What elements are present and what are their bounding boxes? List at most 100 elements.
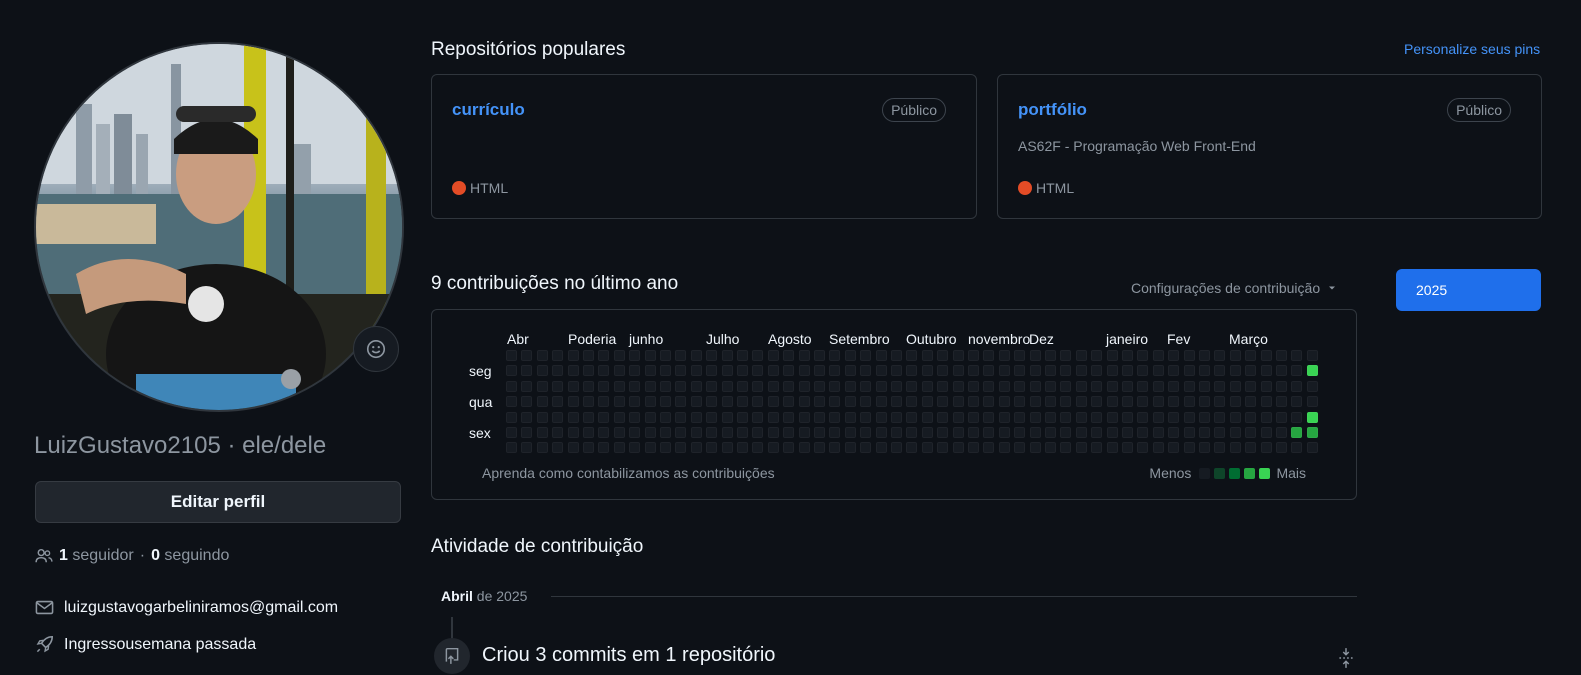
contribution-cell[interactable] xyxy=(906,380,918,392)
contribution-cell[interactable] xyxy=(829,396,841,408)
contribution-cell[interactable] xyxy=(860,442,872,454)
contribution-cell[interactable] xyxy=(998,365,1010,377)
contribution-cell[interactable] xyxy=(1075,380,1087,392)
contribution-cell[interactable] xyxy=(1122,442,1133,454)
contribution-cell[interactable] xyxy=(968,396,979,408)
contribution-cell[interactable] xyxy=(644,396,656,408)
contribution-cell[interactable] xyxy=(1276,396,1287,408)
contribution-cell[interactable] xyxy=(875,396,887,408)
contribution-cell[interactable] xyxy=(860,411,872,423)
contribution-cell[interactable] xyxy=(552,380,564,392)
contribution-cell[interactable] xyxy=(1137,396,1149,408)
following-link[interactable]: 0 seguindo xyxy=(151,547,229,565)
contribution-cell[interactable] xyxy=(937,365,949,377)
contribution-cell[interactable] xyxy=(829,427,841,438)
contribution-cell[interactable] xyxy=(1106,411,1118,423)
contribution-cell[interactable] xyxy=(1291,365,1303,377)
contribution-cell[interactable] xyxy=(1014,396,1026,408)
contribution-cell[interactable] xyxy=(1075,365,1087,377)
contribution-cell[interactable] xyxy=(521,396,533,408)
contribution-cell[interactable] xyxy=(1029,396,1041,408)
contribution-cell[interactable] xyxy=(906,365,918,377)
contribution-cell[interactable] xyxy=(921,350,933,361)
contribution-cell[interactable] xyxy=(1306,427,1318,438)
contribution-cell[interactable] xyxy=(613,350,625,361)
contribution-cell[interactable] xyxy=(598,427,610,438)
fold-toggle[interactable] xyxy=(1337,647,1355,674)
contribution-cell[interactable] xyxy=(1291,442,1303,454)
contribution-cell[interactable] xyxy=(998,396,1010,408)
contribution-cell[interactable] xyxy=(829,350,841,361)
contribution-cell[interactable] xyxy=(737,411,748,423)
contribution-cell[interactable] xyxy=(583,427,594,438)
contribution-cell[interactable] xyxy=(752,411,764,423)
contribution-cell[interactable] xyxy=(660,365,671,377)
contribution-cell[interactable] xyxy=(721,365,733,377)
contribution-cell[interactable] xyxy=(767,396,779,408)
contribution-cell[interactable] xyxy=(983,427,995,438)
repo-name-link[interactable]: currículo xyxy=(452,100,525,120)
contribution-cell[interactable] xyxy=(1276,380,1287,392)
contribution-cell[interactable] xyxy=(1168,350,1180,361)
contribution-cell[interactable] xyxy=(921,396,933,408)
contribution-cell[interactable] xyxy=(798,350,810,361)
contribution-cell[interactable] xyxy=(1137,365,1149,377)
contribution-cell[interactable] xyxy=(952,380,964,392)
contribution-cell[interactable] xyxy=(1045,411,1056,423)
contribution-cell[interactable] xyxy=(1029,380,1041,392)
contribution-cell[interactable] xyxy=(598,442,610,454)
contribution-cell[interactable] xyxy=(706,442,718,454)
contribution-cell[interactable] xyxy=(767,411,779,423)
contribution-cell[interactable] xyxy=(860,350,872,361)
avatar[interactable] xyxy=(36,44,402,410)
contribution-cell[interactable] xyxy=(906,350,918,361)
contribution-cell[interactable] xyxy=(660,350,671,361)
contribution-cell[interactable] xyxy=(598,350,610,361)
contribution-cell[interactable] xyxy=(1260,380,1272,392)
contribution-cell[interactable] xyxy=(598,380,610,392)
contribution-cell[interactable] xyxy=(783,380,795,392)
contribution-cell[interactable] xyxy=(629,442,641,454)
contribution-cell[interactable] xyxy=(921,427,933,438)
contribution-cell[interactable] xyxy=(1060,365,1072,377)
contribution-cell[interactable] xyxy=(1091,411,1103,423)
contribution-cell[interactable] xyxy=(1091,427,1103,438)
contribution-cell[interactable] xyxy=(1045,427,1056,438)
contribution-cell[interactable] xyxy=(690,427,702,438)
contribution-cell[interactable] xyxy=(1199,350,1210,361)
contribution-cell[interactable] xyxy=(721,396,733,408)
contribution-cell[interactable] xyxy=(1276,427,1287,438)
contribution-cell[interactable] xyxy=(783,411,795,423)
contribution-cell[interactable] xyxy=(521,365,533,377)
contribution-cell[interactable] xyxy=(983,365,995,377)
contribution-cell[interactable] xyxy=(829,411,841,423)
contribution-cell[interactable] xyxy=(844,442,856,454)
contribution-cell[interactable] xyxy=(814,380,825,392)
contribution-cell[interactable] xyxy=(1122,427,1133,438)
contribution-cell[interactable] xyxy=(706,365,718,377)
contribution-cell[interactable] xyxy=(1214,380,1226,392)
contribution-cell[interactable] xyxy=(752,365,764,377)
contribution-cell[interactable] xyxy=(660,411,671,423)
contribution-cell[interactable] xyxy=(567,411,579,423)
contribution-cell[interactable] xyxy=(1291,396,1303,408)
contribution-cell[interactable] xyxy=(1014,427,1026,438)
contribution-cell[interactable] xyxy=(1245,411,1257,423)
contribution-cell[interactable] xyxy=(536,380,548,392)
contribution-cell[interactable] xyxy=(1199,411,1210,423)
contribution-cell[interactable] xyxy=(798,442,810,454)
contribution-cell[interactable] xyxy=(521,427,533,438)
contribution-cell[interactable] xyxy=(721,411,733,423)
contribution-cell[interactable] xyxy=(644,427,656,438)
contribution-cell[interactable] xyxy=(644,442,656,454)
contribution-cell[interactable] xyxy=(937,442,949,454)
contribution-cell[interactable] xyxy=(983,411,995,423)
contribution-cell[interactable] xyxy=(798,380,810,392)
contribution-cell[interactable] xyxy=(1091,396,1103,408)
contribution-cell[interactable] xyxy=(968,411,979,423)
contribution-cell[interactable] xyxy=(506,350,517,361)
contribution-cell[interactable] xyxy=(1060,442,1072,454)
contribution-cell[interactable] xyxy=(506,380,517,392)
contribution-cell[interactable] xyxy=(906,427,918,438)
contribution-cell[interactable] xyxy=(798,411,810,423)
